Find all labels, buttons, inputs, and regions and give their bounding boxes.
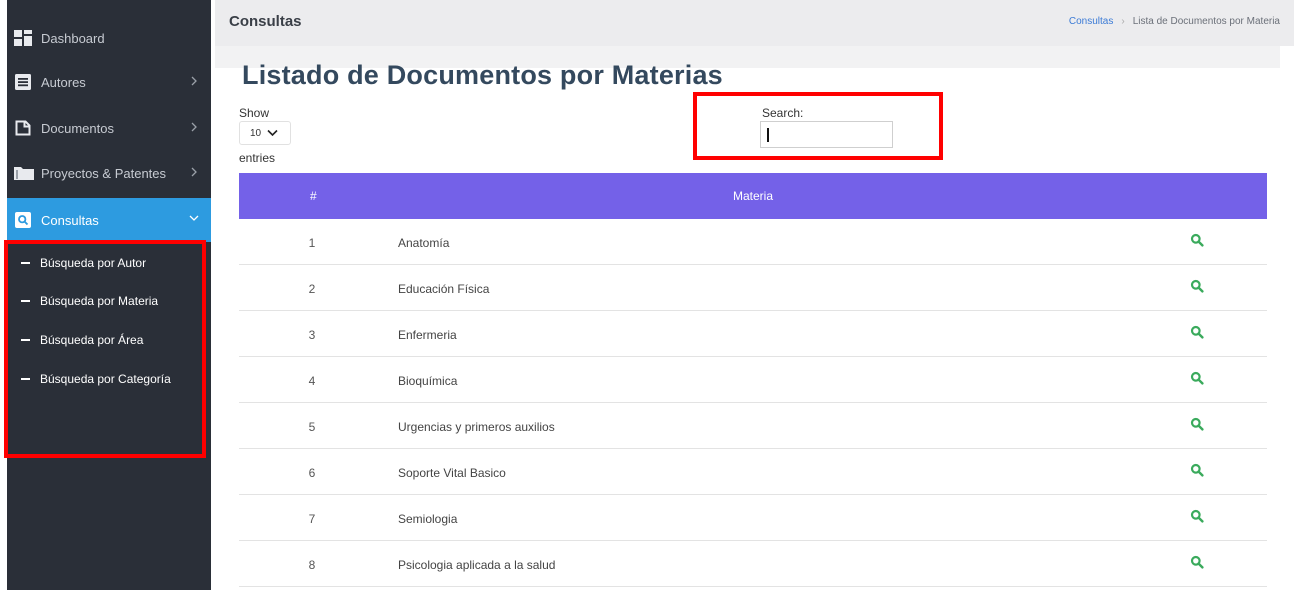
table-row: 6 Soporte Vital Basico (239, 449, 1267, 495)
sidebar-item-documentos[interactable]: Documentos (7, 107, 211, 149)
list-icon (14, 73, 32, 91)
search-icon[interactable] (1190, 417, 1204, 431)
submenu-item-label: Búsqueda por Área (40, 333, 144, 347)
row-number: 5 (308, 420, 316, 434)
search-icon[interactable] (1190, 279, 1204, 293)
row-number: 6 (308, 466, 316, 480)
row-materia: Bioquímica (398, 374, 458, 388)
row-number: 7 (308, 512, 316, 526)
dash-icon (21, 262, 30, 264)
entries-select[interactable]: 10 (239, 121, 291, 145)
show-label: Show (239, 106, 270, 120)
breadcrumb: Consultas › Lista de Documentos por Mate… (1069, 16, 1280, 27)
table-row: 5 Urgencias y primeros auxilios (239, 403, 1267, 449)
document-icon (14, 119, 32, 137)
row-number: 2 (308, 282, 316, 296)
row-number: 3 (308, 328, 316, 342)
folder-icon (14, 164, 36, 182)
row-number: 8 (308, 558, 316, 572)
table-row: 2 Educación Física (239, 265, 1267, 311)
row-materia: Soporte Vital Basico (398, 466, 506, 480)
sidebar-item-label: Autores (41, 74, 86, 90)
page-title: Consultas (229, 13, 302, 30)
search-icon[interactable] (1190, 233, 1204, 247)
search-input[interactable] (760, 121, 893, 148)
submenu-item-label: Búsqueda por Autor (40, 256, 147, 270)
submenu-item-materia[interactable]: Búsqueda por Materia (21, 291, 158, 311)
sidebar-item-autores[interactable]: Autores (7, 61, 211, 103)
search-icon[interactable] (1190, 555, 1204, 569)
row-number: 1 (308, 236, 316, 250)
breadcrumb-current: Lista de Documentos por Materia (1132, 16, 1280, 27)
dash-icon (21, 300, 30, 302)
column-header-materia[interactable]: Materia (239, 189, 1267, 203)
table-header: # Materia (239, 173, 1267, 219)
search-icon[interactable] (1190, 509, 1204, 523)
sidebar-item-label: Documentos (41, 120, 114, 136)
sidebar-item-consultas[interactable]: Consultas (7, 198, 211, 242)
dash-icon (21, 339, 30, 341)
table-row: 7 Semiologia (239, 495, 1267, 541)
search-square-icon (14, 211, 32, 229)
row-materia: Psicologia aplicada a la salud (398, 558, 556, 572)
row-materia: Semiologia (398, 512, 458, 526)
entries-label: entries (239, 151, 276, 165)
search-icon[interactable] (1190, 371, 1204, 385)
left-edge (0, 0, 7, 590)
submenu-item-label: Búsqueda por Categoría (40, 372, 171, 386)
chevron-right-icon (191, 167, 197, 177)
table-row: 1 Anatomía (239, 219, 1267, 265)
row-number: 4 (308, 374, 316, 388)
submenu-item-area[interactable]: Búsqueda por Área (21, 330, 143, 350)
row-materia: Educación Física (398, 282, 490, 296)
submenu-item-categoria[interactable]: Búsqueda por Categoría (21, 369, 171, 389)
chevron-down-icon (267, 129, 278, 137)
header-bar: Consultas Consultas › Lista de Documento… (215, 0, 1294, 46)
row-materia: Urgencias y primeros auxilios (398, 420, 555, 434)
sidebar: Dashboard Autores Documentos Proyectos &… (7, 0, 211, 590)
search-icon[interactable] (1190, 325, 1204, 339)
table-row: 4 Bioquímica (239, 357, 1267, 403)
search-icon[interactable] (1190, 463, 1204, 477)
submenu-item-autor[interactable]: Búsqueda por Autor (21, 253, 146, 273)
breadcrumb-link[interactable]: Consultas (1069, 16, 1113, 27)
sidebar-item-dashboard[interactable]: Dashboard (7, 17, 211, 59)
sidebar-item-proyectos[interactable]: Proyectos & Patentes (7, 152, 211, 194)
submenu-item-label: Búsqueda por Materia (40, 294, 159, 308)
chevron-right-icon (191, 122, 197, 132)
table-row: 8 Psicologia aplicada a la salud (239, 541, 1267, 587)
sidebar-item-label: Proyectos & Patentes (41, 165, 167, 181)
search-label: Search: (762, 106, 804, 120)
sidebar-item-label: Dashboard (41, 30, 105, 46)
dashboard-icon (14, 29, 32, 47)
row-materia: Enfermeria (398, 328, 457, 342)
chevron-right-icon (191, 76, 197, 86)
sidebar-item-label: Consultas (41, 212, 99, 228)
dash-icon (21, 378, 30, 380)
table-row: 3 Enfermeria (239, 311, 1267, 357)
text-caret (767, 128, 769, 142)
page-heading: Listado de Documentos por Materias (242, 60, 723, 90)
chevron-right-icon: › (1121, 16, 1125, 27)
entries-select-value: 10 (250, 127, 262, 139)
chevron-down-icon (189, 215, 199, 221)
row-materia: Anatomía (398, 236, 450, 250)
